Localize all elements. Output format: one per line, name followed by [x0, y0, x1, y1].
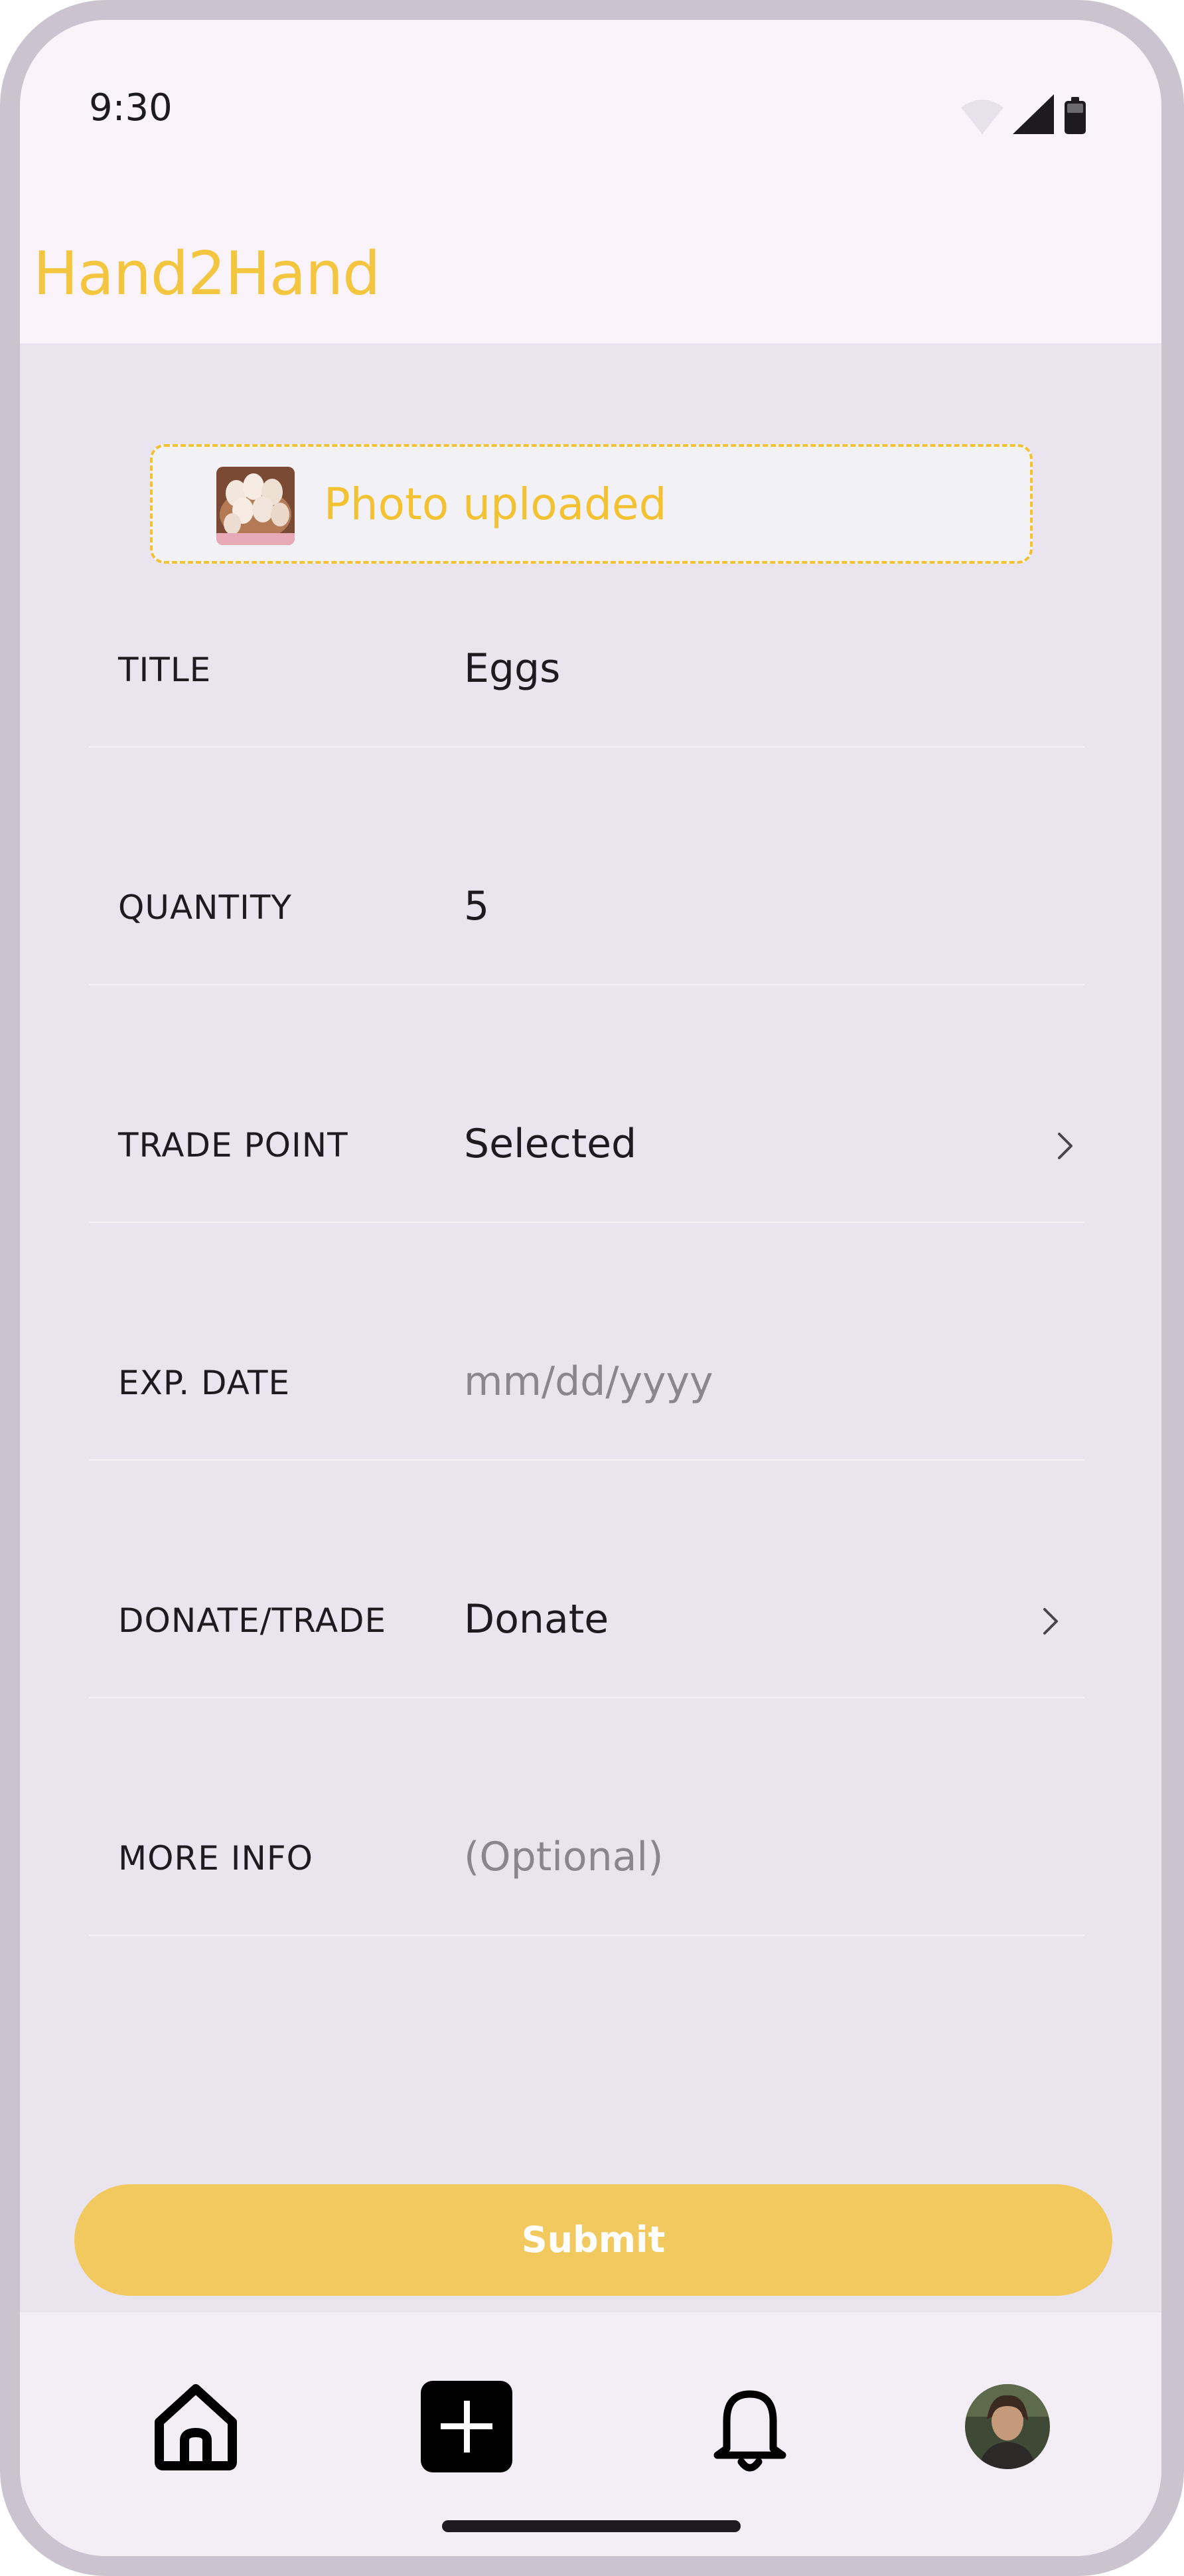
signal-icon — [1013, 94, 1054, 134]
form-row-title[interactable]: TITLE Eggs — [89, 587, 1084, 748]
form-label-donate-trade: DONATE/TRADE — [118, 1601, 387, 1640]
home-icon[interactable] — [146, 2377, 246, 2476]
form-row-trade-point[interactable]: TRADE POINT Selected — [89, 1062, 1084, 1223]
avatar[interactable] — [958, 2377, 1057, 2476]
form-row-more-info[interactable]: MORE INFO (Optional) — [89, 1775, 1084, 1936]
form-value-trade-point[interactable]: Selected — [464, 1121, 636, 1167]
status-icons — [954, 93, 1100, 139]
status-bar: 9:30 — [20, 20, 1161, 173]
battery-icon — [1065, 97, 1086, 134]
bell-icon[interactable] — [700, 2377, 800, 2476]
form-row-exp-date[interactable]: EXP. DATE mm/dd/yyyy — [89, 1300, 1084, 1461]
app-bar: Hand2Hand — [20, 173, 1161, 343]
form-label-title: TITLE — [118, 651, 212, 689]
wifi-icon — [961, 100, 1003, 134]
home-indicator[interactable] — [442, 2520, 741, 2532]
device-frame: 9:30 Hand2Hand Photo uploaded TITLE Eggs… — [0, 0, 1184, 2576]
status-time: 9:30 — [89, 86, 173, 129]
photo-upload-area[interactable]: Photo uploaded — [150, 444, 1033, 564]
form-label-quantity: QUANTITY — [118, 888, 292, 927]
bottom-nav — [20, 2312, 1161, 2556]
form-label-more-info: MORE INFO — [118, 1839, 313, 1878]
form-value-title[interactable]: Eggs — [464, 645, 560, 692]
form-row-quantity[interactable]: QUANTITY 5 — [89, 825, 1084, 985]
chevron-right-icon — [1058, 1133, 1073, 1159]
submit-label: Submit — [521, 2219, 666, 2261]
upload-status-label: Photo uploaded — [324, 479, 667, 530]
create-listing-form: Photo uploaded TITLE Eggs QUANTITY 5 TRADE P… — [20, 343, 1161, 2312]
form-value-exp-date[interactable]: mm/dd/yyyy — [464, 1358, 713, 1405]
form-value-donate-trade[interactable]: Donate — [464, 1596, 609, 1643]
form-label-exp-date: EXP. DATE — [118, 1364, 291, 1402]
app-title: Hand2Hand — [33, 239, 380, 309]
form-row-donate-trade[interactable]: DONATE/TRADE Donate — [89, 1538, 1084, 1698]
submit-button[interactable]: Submit — [74, 2184, 1112, 2296]
photo-thumbnail — [216, 467, 295, 545]
form-label-trade-point: TRADE POINT — [118, 1126, 348, 1165]
screen: 9:30 Hand2Hand Photo uploaded TITLE Eggs… — [20, 20, 1161, 2556]
chevron-right-icon — [1043, 1608, 1058, 1635]
form-value-more-info[interactable]: (Optional) — [464, 1834, 664, 1880]
form-value-quantity[interactable]: 5 — [464, 883, 489, 929]
add-icon[interactable] — [417, 2377, 516, 2476]
